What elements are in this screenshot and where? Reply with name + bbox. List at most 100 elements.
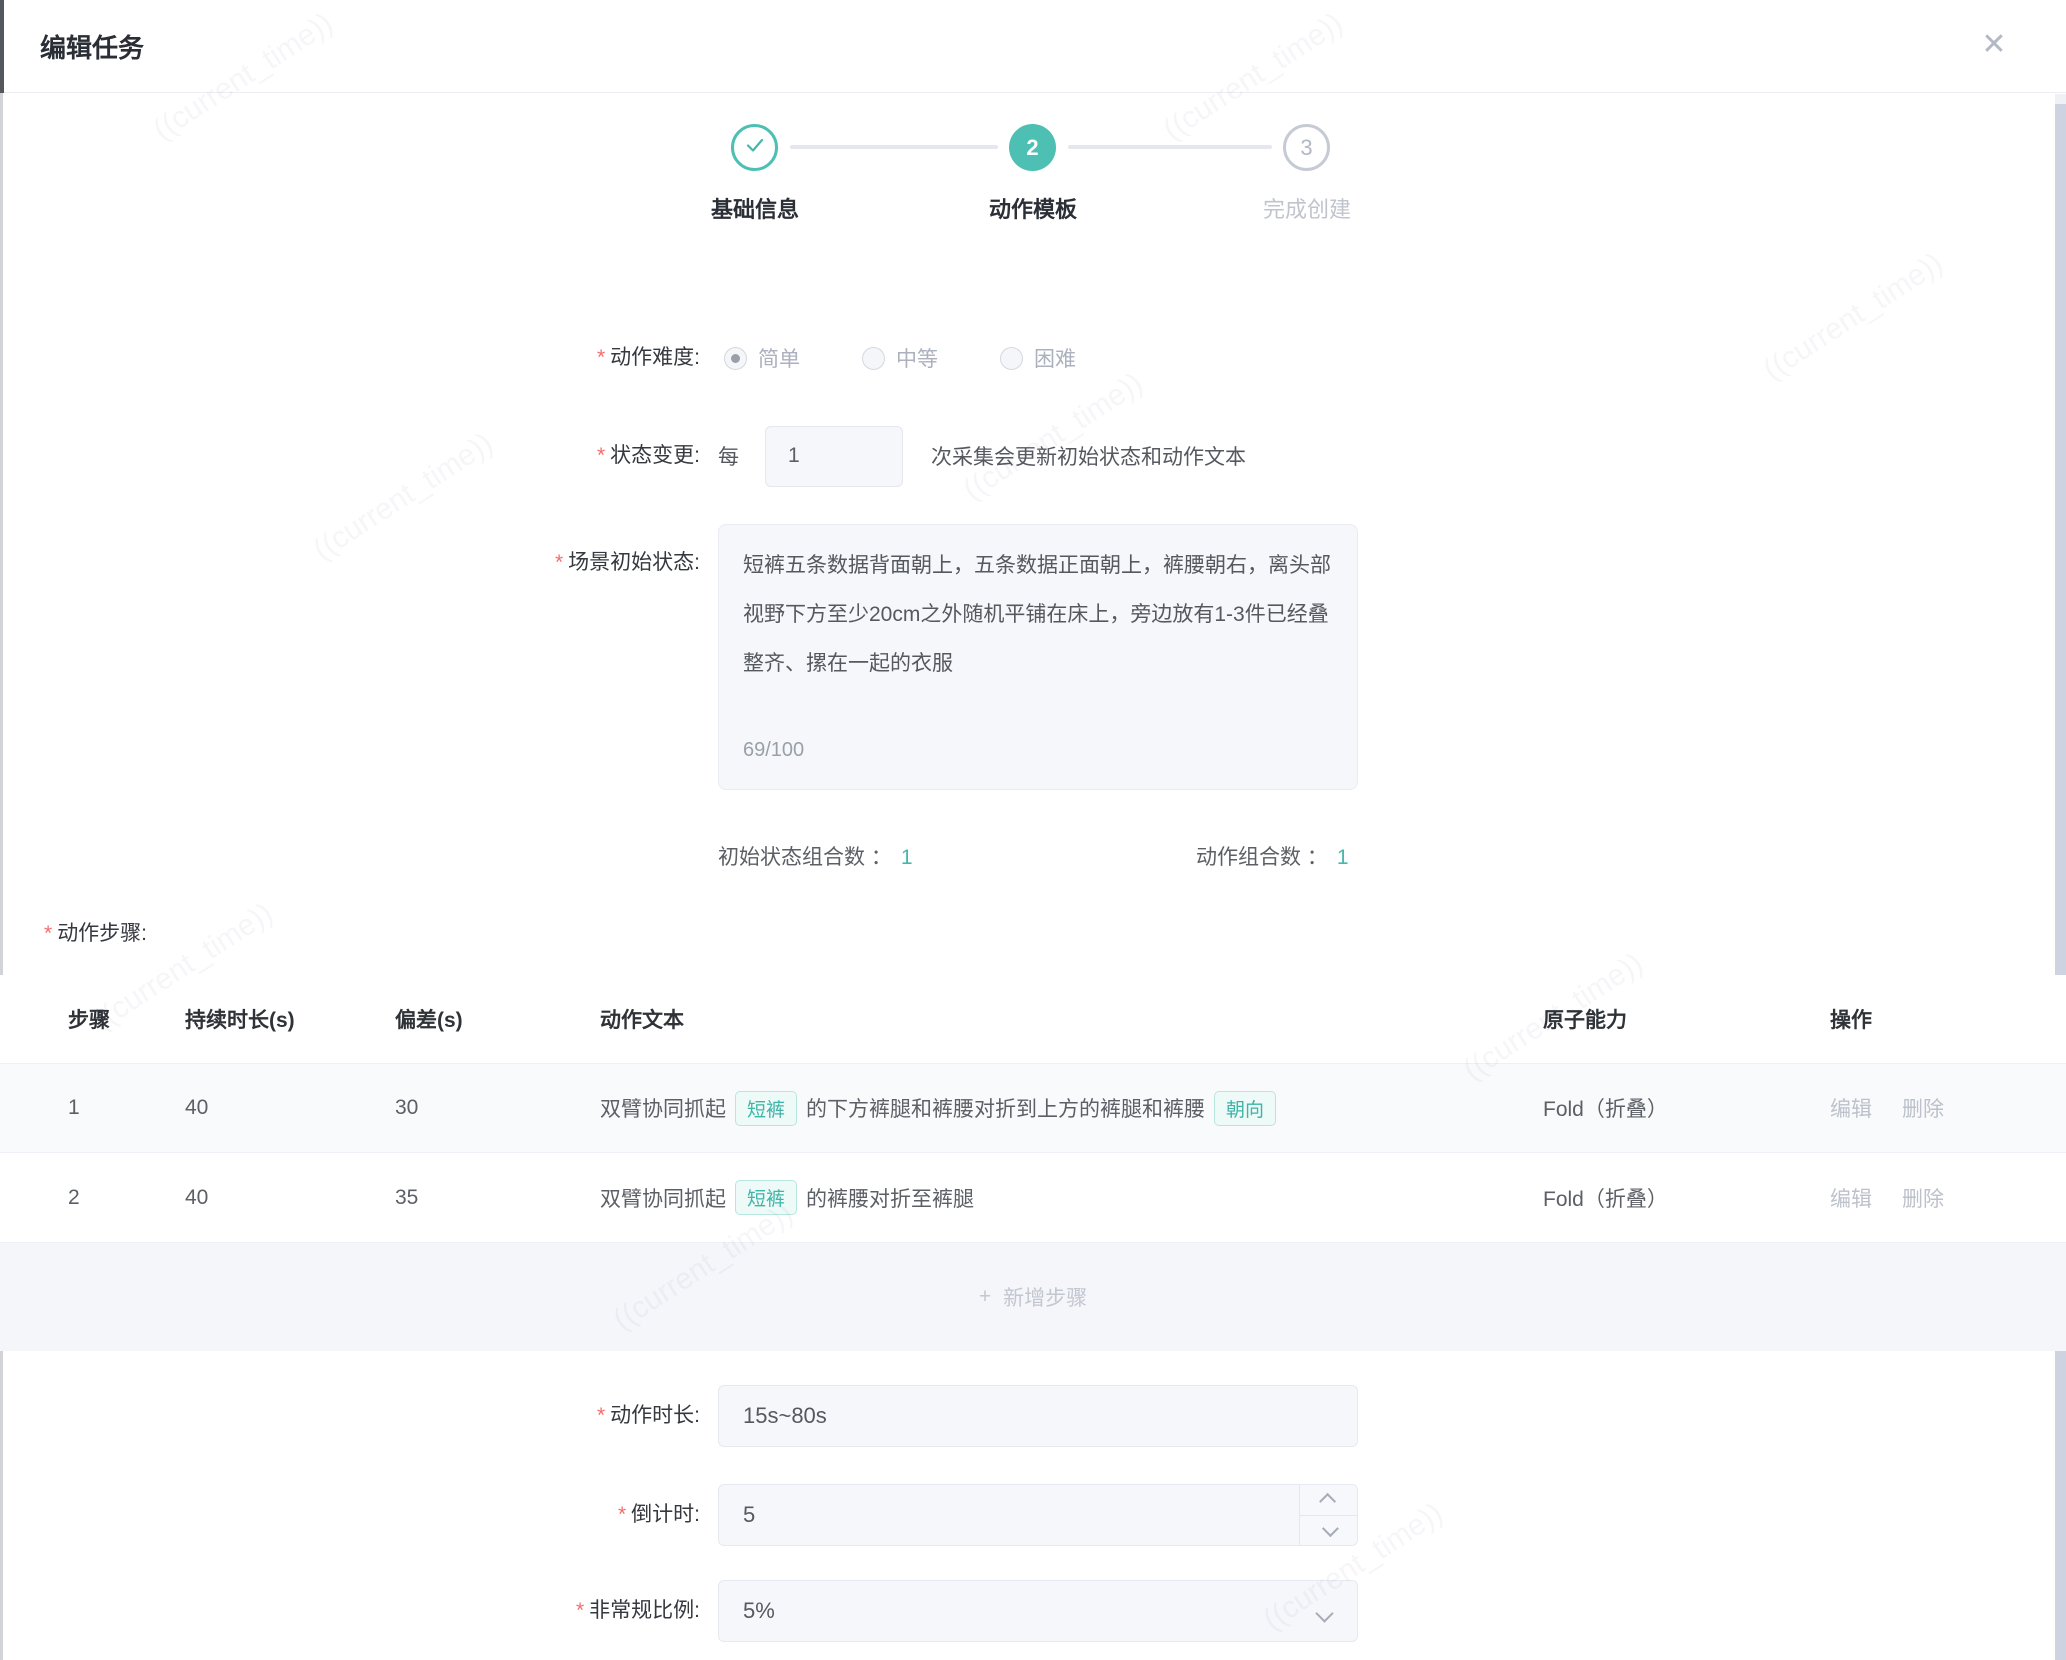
check-icon [743, 133, 767, 162]
table-row: 2 40 35 双臂协同抓起 短裤 的裤腰对折至裤腿 Fold（折叠） 编辑 删… [0, 1153, 2066, 1243]
direction-tag: 朝向 [1214, 1091, 1276, 1126]
initial-state-text: 短裤五条数据背面朝上，五条数据正面朝上，裤腰朝右，离头部视野下方至少20cm之外… [743, 554, 1331, 675]
cell-action-text: 双臂协同抓起 短裤 的裤腰对折至裤腿 [600, 1180, 1543, 1215]
close-button[interactable]: ✕ [1974, 24, 2014, 64]
initial-state-label: *场景初始状态: [0, 524, 700, 576]
cell-deviation: 35 [395, 1186, 600, 1210]
cell-action-text: 双臂协同抓起 短裤 的下方裤腿和裤腰对折到上方的裤腿和裤腰 朝向 [600, 1091, 1543, 1126]
step-3-label: 完成创建 [1197, 192, 1417, 224]
radio-medium[interactable]: 中等 [862, 343, 938, 373]
header-deviation: 偏差(s) [395, 1004, 600, 1034]
cell-actions: 编辑 删除 [1830, 1093, 2066, 1123]
initial-combo-label: 初始状态组合数 ： [718, 840, 892, 876]
required-asterisk: * [597, 444, 605, 467]
action-combo-label: 动作组合数 ： [1196, 840, 1328, 876]
header-text: 动作文本 [600, 1004, 1543, 1034]
edit-task-dialog: ((current_time)) ((current_time)) ((curr… [0, 0, 2066, 1660]
step-connector-1 [790, 145, 998, 149]
state-change-label: *状态变更: [0, 424, 700, 488]
cell-step: 1 [68, 1096, 185, 1120]
chevron-down-icon [1321, 1520, 1338, 1537]
countdown-input[interactable]: 5 [718, 1484, 1358, 1546]
radio-hard-label: 困难 [1034, 343, 1076, 373]
decrement-button[interactable] [1300, 1516, 1357, 1546]
action-duration-input[interactable]: 15s~80s [718, 1385, 1358, 1447]
dialog-title: 编辑任务 [40, 28, 144, 65]
cell-duration: 40 [185, 1096, 395, 1120]
radio-hard[interactable]: 困难 [1000, 343, 1076, 373]
object-tag: 短裤 [735, 1180, 797, 1215]
action-combo-value: 1 [1337, 840, 1349, 876]
plus-icon: + [979, 1285, 991, 1309]
required-asterisk: * [576, 1599, 584, 1622]
difficulty-row: *动作难度: 简单 中等 困难 [0, 338, 2066, 378]
state-change-input[interactable]: 1 [765, 426, 903, 487]
cell-ability: Fold（折叠） [1543, 1093, 1830, 1123]
step-1-label: 基础信息 [645, 192, 865, 224]
cell-actions: 编辑 删除 [1830, 1183, 2066, 1213]
cell-ability: Fold（折叠） [1543, 1183, 1830, 1213]
step-3-number: 3 [1300, 135, 1312, 161]
cell-step: 2 [68, 1186, 185, 1210]
object-tag: 短裤 [735, 1091, 797, 1126]
chevron-up-icon [1319, 1493, 1336, 1510]
edit-link[interactable]: 编辑 [1830, 1183, 1872, 1213]
radio-easy-label: 简单 [758, 343, 800, 373]
state-change-suffix: 次采集会更新初始状态和动作文本 [931, 441, 1246, 471]
required-asterisk: * [597, 1404, 605, 1427]
radio-dot [731, 354, 740, 363]
radio-medium-label: 中等 [896, 343, 938, 373]
edit-link[interactable]: 编辑 [1830, 1093, 1872, 1123]
char-counter: 69/100 [743, 726, 804, 775]
close-icon: ✕ [1981, 27, 2006, 62]
unusual-ratio-select[interactable]: 5% [718, 1580, 1358, 1642]
number-spinner [1299, 1485, 1357, 1545]
state-change-row: *状态变更: 每 1 次采集会更新初始状态和动作文本 [0, 424, 2066, 488]
step-2-label: 动作模板 [923, 192, 1143, 224]
countdown-value: 5 [743, 1502, 755, 1528]
difficulty-radio-group: 简单 中等 困难 [724, 338, 1076, 378]
delete-link[interactable]: 删除 [1902, 1093, 1944, 1123]
action-steps-label: *动作步骤: [44, 916, 147, 952]
header-ability: 原子能力 [1543, 1004, 1830, 1034]
required-asterisk: * [44, 922, 52, 945]
required-asterisk: * [555, 551, 563, 574]
dialog-header: 编辑任务 ✕ [0, 0, 2066, 93]
radio-circle [1000, 347, 1023, 370]
action-duration-row: *动作时长: 15s~80s [0, 1385, 2066, 1447]
state-change-prefix: 每 [718, 441, 739, 471]
action-combo: 动作组合数 ： 1 [1196, 840, 1349, 876]
add-step-label: 新增步骤 [1003, 1282, 1087, 1312]
table-header-row: 步骤 持续时长(s) 偏差(s) 动作文本 原子能力 操作 [0, 975, 2066, 1063]
window-edge-top [0, 0, 4, 93]
steps-table: 步骤 持续时长(s) 偏差(s) 动作文本 原子能力 操作 1 40 30 双臂… [0, 975, 2066, 1351]
action-duration-label: *动作时长: [0, 1385, 700, 1447]
add-step-button[interactable]: + 新增步骤 [0, 1243, 2066, 1351]
initial-state-textarea[interactable]: 短裤五条数据背面朝上，五条数据正面朝上，裤腰朝右，离头部视野下方至少20cm之外… [718, 524, 1358, 790]
step-connector-2 [1068, 145, 1272, 149]
header-step: 步骤 [68, 1004, 185, 1034]
chevron-down-icon [1315, 1604, 1333, 1622]
unusual-ratio-label: *非常规比例: [0, 1580, 700, 1642]
step-3-circle: 3 [1283, 124, 1330, 171]
countdown-label: *倒计时: [0, 1484, 700, 1546]
step-2-circle: 2 [1009, 124, 1056, 171]
radio-circle-checked [724, 347, 747, 370]
radio-easy[interactable]: 简单 [724, 343, 800, 373]
initial-combo-value: 1 [901, 840, 913, 876]
delete-link[interactable]: 删除 [1902, 1183, 1944, 1213]
cell-duration: 40 [185, 1186, 395, 1210]
radio-circle [862, 347, 885, 370]
state-change-control: 每 1 次采集会更新初始状态和动作文本 [718, 424, 1246, 488]
increment-button[interactable] [1300, 1485, 1357, 1516]
initial-combo: 初始状态组合数 ： 1 [718, 840, 913, 876]
difficulty-label: *动作难度: [0, 338, 700, 378]
header-duration: 持续时长(s) [185, 1004, 395, 1034]
countdown-row: *倒计时: 5 [0, 1484, 2066, 1546]
step-2-number: 2 [1026, 135, 1038, 161]
required-asterisk: * [618, 1503, 626, 1526]
table-row: 1 40 30 双臂协同抓起 短裤 的下方裤腿和裤腰对折到上方的裤腿和裤腰 朝向… [0, 1063, 2066, 1153]
combos-row: 初始状态组合数 ： 1 动作组合数 ： 1 [0, 840, 2066, 876]
unusual-ratio-row: *非常规比例: 5% [0, 1580, 2066, 1642]
unusual-ratio-value: 5% [743, 1598, 775, 1624]
